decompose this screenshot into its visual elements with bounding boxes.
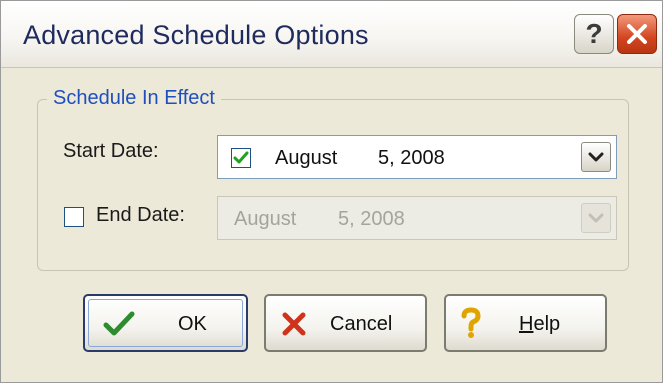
close-icon (627, 24, 647, 44)
dialog-title: Advanced Schedule Options (23, 20, 369, 50)
dialog-window: Advanced Schedule Options ? Schedule In … (0, 0, 663, 383)
ok-label: OK (178, 313, 207, 335)
start-date-picker[interactable]: August 5, 2008 (217, 135, 617, 179)
end-day-year: 5, 2008 (338, 208, 405, 230)
end-month: August (234, 208, 297, 230)
title-bar[interactable]: Advanced Schedule Options ? (1, 1, 662, 68)
ok-button[interactable]: OK (83, 294, 248, 352)
start-date-dropdown-button[interactable] (581, 142, 611, 172)
title-help-button[interactable]: ? (574, 14, 614, 54)
start-day-year[interactable]: 5, 2008 (378, 147, 445, 170)
start-date-checkbox[interactable] (231, 148, 251, 168)
end-date-label: End Date: (96, 204, 185, 226)
end-date-picker[interactable]: August 5, 2008 (217, 196, 617, 240)
help-button[interactable]: Help (444, 294, 607, 352)
cancel-x-icon (282, 312, 306, 336)
checkmark-icon (233, 151, 249, 164)
group-label: Schedule In Effect (47, 87, 221, 110)
title-close-button[interactable] (617, 14, 657, 54)
schedule-group-box (37, 99, 629, 271)
start-date-label: Start Date: (63, 140, 159, 162)
start-month[interactable]: August (275, 147, 337, 170)
chevron-down-icon (588, 152, 604, 162)
cancel-label: Cancel (330, 313, 393, 335)
end-date-dropdown-button[interactable] (581, 203, 611, 233)
help-icon: ? (585, 18, 603, 49)
checkmark-icon (103, 311, 135, 336)
question-mark-icon (461, 307, 481, 338)
end-date-checkbox[interactable] (64, 207, 84, 227)
cancel-button[interactable]: Cancel (264, 294, 427, 352)
help-label: Help (519, 313, 561, 335)
chevron-down-icon (588, 213, 604, 223)
